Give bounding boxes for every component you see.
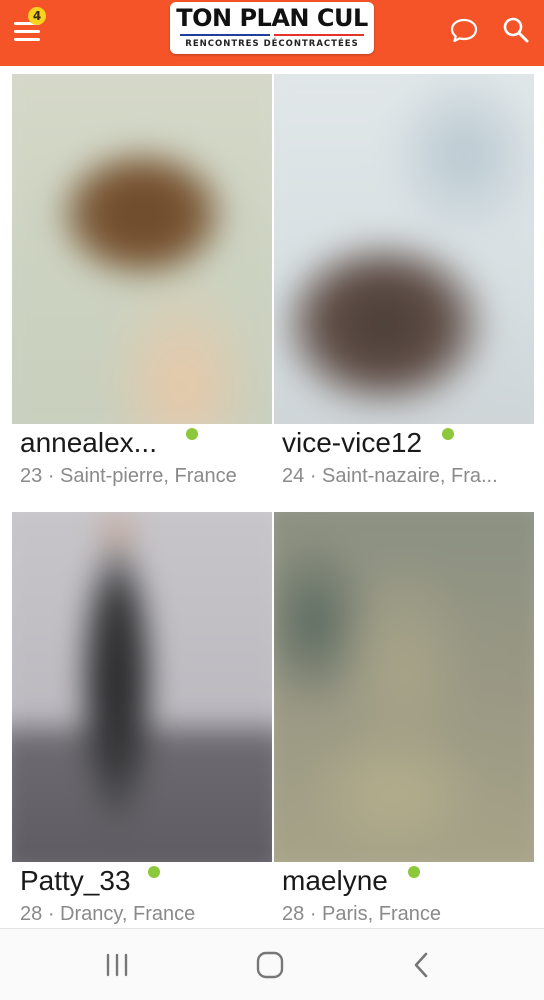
profile-meta: 23 · Saint-pierre, France xyxy=(20,464,237,488)
logo-subtitle: RENCONTRES DÉCONTRACTÉES xyxy=(185,39,359,49)
blurred-photo-content xyxy=(274,512,534,862)
notification-badge: 4 xyxy=(28,7,46,25)
search-icon xyxy=(503,17,529,43)
profile-photo[interactable] xyxy=(12,512,272,862)
app-header: 4 TON PLAN CUL RENCONTRES DÉCONTRACTÉES xyxy=(0,0,544,66)
blurred-photo-content xyxy=(12,74,272,424)
logo[interactable]: TON PLAN CUL RENCONTRES DÉCONTRACTÉES xyxy=(170,2,374,54)
profile-card[interactable]: maelyne 28 · Paris, France xyxy=(274,512,534,928)
home-icon xyxy=(256,951,284,979)
blurred-photo-content xyxy=(12,512,272,862)
profile-name[interactable]: maelyne xyxy=(282,864,388,898)
chat-bubble-icon xyxy=(450,18,478,43)
profile-location: Paris, France xyxy=(322,903,441,925)
profile-age: 28 xyxy=(282,903,305,925)
recent-apps-button[interactable] xyxy=(100,949,136,981)
profile-age: 24 xyxy=(282,465,305,487)
profile-age: 28 xyxy=(20,903,43,925)
profile-meta: 28 · Paris, France xyxy=(282,902,441,926)
back-icon xyxy=(414,952,428,978)
separator: · xyxy=(309,465,317,487)
profile-card[interactable]: Patty_33 28 · Drancy, France xyxy=(12,512,272,928)
separator: · xyxy=(47,465,55,487)
logo-title: TON PLAN CUL xyxy=(176,4,368,32)
profile-meta: 24 · Saint-nazaire, Fra... xyxy=(282,464,498,488)
logo-stripe-red xyxy=(274,34,364,36)
separator: · xyxy=(47,903,55,925)
online-status-dot xyxy=(408,866,420,878)
blurred-photo-content xyxy=(274,74,534,424)
profile-meta: 28 · Drancy, France xyxy=(20,902,195,926)
profile-age: 23 xyxy=(20,465,43,487)
profile-location: Saint-nazaire, Fra... xyxy=(322,465,498,487)
profile-photo[interactable] xyxy=(12,74,272,424)
profile-location: Saint-pierre, France xyxy=(60,465,237,487)
search-button[interactable] xyxy=(500,14,532,46)
profile-location: Drancy, France xyxy=(60,903,196,925)
profile-name[interactable]: vice-vice12 xyxy=(282,426,422,460)
back-button[interactable] xyxy=(404,949,440,981)
profile-name[interactable]: Patty_33 xyxy=(20,864,131,898)
profile-card[interactable]: vice-vice12 24 · Saint-nazaire, Fra... xyxy=(274,74,534,494)
online-status-dot xyxy=(186,428,198,440)
profile-card[interactable]: annealex... 23 · Saint-pierre, France xyxy=(12,74,272,494)
online-status-dot xyxy=(442,428,454,440)
profile-name[interactable]: annealex... xyxy=(20,426,157,460)
home-button[interactable] xyxy=(252,949,288,981)
logo-stripe-blue xyxy=(180,34,270,36)
recent-apps-icon xyxy=(106,953,128,977)
online-status-dot xyxy=(148,866,160,878)
profile-photo[interactable] xyxy=(274,512,534,862)
separator: · xyxy=(309,903,317,925)
chat-button[interactable] xyxy=(448,14,480,46)
system-navigation-bar xyxy=(0,928,544,1000)
profile-photo[interactable] xyxy=(274,74,534,424)
